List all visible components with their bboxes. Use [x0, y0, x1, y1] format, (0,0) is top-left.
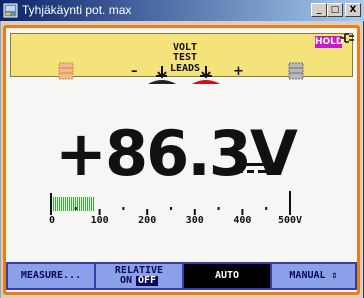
bar-segment [85, 197, 86, 211]
bar-graph-tick-label: 100 [90, 215, 109, 226]
bar-graph-tick-label: 0 [48, 215, 56, 226]
bar-segment [83, 197, 84, 211]
bar-minor-dot [122, 207, 125, 210]
plug-icon [340, 33, 354, 43]
bar-segment [73, 197, 74, 211]
bar-graph-tick-label: 200 [138, 215, 157, 226]
window-title: Tyhjäkäynti pot. max [22, 3, 132, 17]
minimize-button[interactable]: _ [311, 3, 327, 17]
main-reading: +86.3V [55, 117, 298, 190]
bar-segment [69, 197, 70, 211]
bar-segment [61, 197, 62, 211]
close-button[interactable]: X [345, 3, 361, 17]
test-leads-line2: TEST [172, 52, 198, 63]
test-leads-arrows-icon [148, 66, 220, 84]
bar-segment [59, 197, 60, 211]
relative-off-label: OFF [135, 275, 159, 286]
probe-left-icon [58, 62, 74, 80]
bar-segment [63, 197, 64, 211]
bar-segment [65, 197, 66, 211]
auto-softkey[interactable]: AUTO [184, 264, 270, 288]
hold-badge: HOLD [315, 36, 344, 48]
window-title-bar[interactable]: Tyhjäkäynti pot. max _ □ X [0, 0, 364, 21]
bar-minor-dot [265, 207, 268, 210]
bar-segment [67, 197, 68, 211]
bar-minor-dot [74, 207, 77, 210]
bar-segment [87, 197, 88, 211]
bar-graph-tick-label: 400 [233, 215, 252, 226]
dc-symbol-icon [236, 163, 266, 173]
maximize-button[interactable]: □ [327, 3, 343, 17]
bar-end-marker [289, 191, 291, 215]
probe-right-icon [288, 62, 304, 80]
bar-segment [93, 197, 94, 211]
bar-segment [55, 197, 56, 211]
bar-segment [81, 197, 82, 211]
manual-softkey[interactable]: MANUAL ⇕ [272, 264, 355, 288]
relative-on-label: ON [119, 275, 132, 286]
bar-segment [53, 197, 54, 211]
fluke-app-icon [3, 3, 18, 18]
bar-start-marker [50, 193, 52, 215]
bar-segment [71, 197, 72, 211]
plus-sign: + [233, 64, 244, 79]
bar-segment [89, 197, 90, 211]
bar-graph [50, 191, 291, 215]
bar-segment [77, 197, 78, 211]
bar-graph-tick-label: 500V [277, 215, 303, 226]
relative-softkey[interactable]: RELATIVE ON OFF [96, 264, 182, 288]
bar-minor-dot [217, 207, 220, 210]
bar-segment [79, 197, 80, 211]
bar-minor-dot [170, 207, 172, 210]
bar-segment [91, 197, 92, 211]
bar-graph-tick-label: 300 [185, 215, 204, 226]
measure-softkey[interactable]: MEASURE... [8, 264, 94, 288]
bar-segment [57, 197, 58, 211]
minus-sign: – [131, 64, 138, 79]
